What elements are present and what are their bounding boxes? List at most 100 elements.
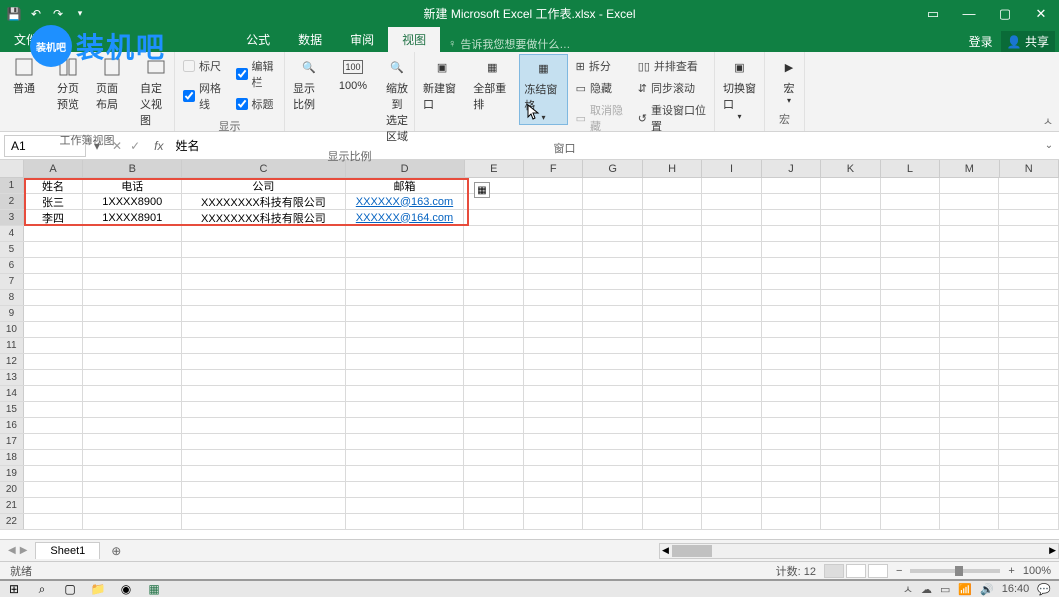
cell[interactable]: [702, 402, 761, 417]
cell[interactable]: [464, 338, 523, 353]
cell[interactable]: [583, 194, 642, 209]
row-header-16[interactable]: 16: [0, 418, 24, 433]
cell[interactable]: [702, 258, 761, 273]
cell[interactable]: [762, 290, 821, 305]
row-header-17[interactable]: 17: [0, 434, 24, 449]
cell[interactable]: [346, 338, 465, 353]
cell[interactable]: [762, 322, 821, 337]
cell[interactable]: [83, 354, 182, 369]
cell[interactable]: [881, 322, 940, 337]
cell[interactable]: [24, 354, 83, 369]
cell[interactable]: 1XXXX8900: [83, 194, 182, 209]
cell[interactable]: [999, 242, 1058, 257]
cell[interactable]: [524, 402, 583, 417]
cell[interactable]: [702, 498, 761, 513]
cell[interactable]: [83, 306, 182, 321]
cell[interactable]: [643, 290, 702, 305]
cell[interactable]: [999, 370, 1058, 385]
cell[interactable]: [881, 498, 940, 513]
zoomselect-button[interactable]: 🔍缩放到 选定区域: [377, 54, 417, 146]
cell[interactable]: [643, 242, 702, 257]
cell[interactable]: [346, 466, 465, 481]
cell[interactable]: [999, 354, 1058, 369]
cell[interactable]: [881, 242, 940, 257]
row-header-2[interactable]: 2: [0, 194, 24, 209]
row-header-4[interactable]: 4: [0, 226, 24, 241]
search-icon[interactable]: ⌕: [34, 581, 50, 597]
cell[interactable]: [702, 418, 761, 433]
cell[interactable]: [83, 290, 182, 305]
cell[interactable]: [583, 434, 642, 449]
zoom-in-button[interactable]: +: [1008, 565, 1014, 577]
cell[interactable]: [583, 306, 642, 321]
cell[interactable]: [464, 514, 523, 529]
cell[interactable]: [940, 370, 999, 385]
cell[interactable]: [524, 434, 583, 449]
cell[interactable]: [762, 466, 821, 481]
zoom-button[interactable]: 🔍显示比例: [289, 54, 329, 114]
start-icon[interactable]: ⊞: [6, 581, 22, 597]
cell[interactable]: [524, 514, 583, 529]
row-header-10[interactable]: 10: [0, 322, 24, 337]
cell[interactable]: [83, 338, 182, 353]
signin-button[interactable]: 登录: [969, 33, 993, 50]
cell[interactable]: [643, 434, 702, 449]
cell[interactable]: [24, 450, 83, 465]
cell[interactable]: [464, 386, 523, 401]
cell[interactable]: [881, 354, 940, 369]
maximize-button[interactable]: ▢: [987, 0, 1023, 27]
cell[interactable]: [881, 402, 940, 417]
cell[interactable]: [821, 434, 880, 449]
cell[interactable]: [821, 226, 880, 241]
cell[interactable]: [182, 450, 345, 465]
cell[interactable]: [881, 338, 940, 353]
cell[interactable]: XXXXXXXX科技有限公司: [182, 210, 345, 225]
ruler-checkbox[interactable]: 标尺: [181, 56, 226, 76]
cell[interactable]: [464, 258, 523, 273]
cell[interactable]: [999, 306, 1058, 321]
cell[interactable]: [524, 274, 583, 289]
cell[interactable]: [762, 418, 821, 433]
cell[interactable]: [346, 226, 465, 241]
cell[interactable]: [881, 370, 940, 385]
cell[interactable]: [999, 290, 1058, 305]
cell[interactable]: [702, 322, 761, 337]
qat-customize-icon[interactable]: ▾: [72, 6, 88, 22]
cell[interactable]: [24, 290, 83, 305]
cell[interactable]: [346, 322, 465, 337]
row-header-12[interactable]: 12: [0, 354, 24, 369]
cell[interactable]: [940, 274, 999, 289]
headings-checkbox[interactable]: 标题: [234, 94, 279, 114]
select-all-corner[interactable]: [0, 160, 24, 177]
battery-icon[interactable]: ▭: [940, 583, 950, 596]
formulabar-checkbox[interactable]: 编辑栏: [234, 56, 279, 92]
cell[interactable]: [762, 402, 821, 417]
cell[interactable]: [346, 306, 465, 321]
cell[interactable]: [881, 434, 940, 449]
cell[interactable]: [940, 450, 999, 465]
cell[interactable]: [881, 514, 940, 529]
cell[interactable]: [940, 402, 999, 417]
cell[interactable]: [702, 210, 761, 225]
cell[interactable]: [643, 402, 702, 417]
cell[interactable]: [999, 210, 1058, 225]
cell[interactable]: [524, 210, 583, 225]
cell[interactable]: [821, 354, 880, 369]
cell[interactable]: [182, 434, 345, 449]
row-header-6[interactable]: 6: [0, 258, 24, 273]
clock[interactable]: 16:40: [1002, 583, 1030, 595]
cell[interactable]: [83, 482, 182, 497]
cell[interactable]: [583, 274, 642, 289]
cell[interactable]: [346, 354, 465, 369]
cell[interactable]: [346, 482, 465, 497]
cell[interactable]: [24, 306, 83, 321]
cell[interactable]: [643, 306, 702, 321]
cell[interactable]: [940, 194, 999, 209]
cell[interactable]: [940, 354, 999, 369]
cell[interactable]: [83, 242, 182, 257]
cell[interactable]: [583, 386, 642, 401]
col-header-i[interactable]: I: [702, 160, 761, 177]
cell[interactable]: [999, 466, 1058, 481]
cell[interactable]: [24, 226, 83, 241]
col-header-l[interactable]: L: [881, 160, 940, 177]
